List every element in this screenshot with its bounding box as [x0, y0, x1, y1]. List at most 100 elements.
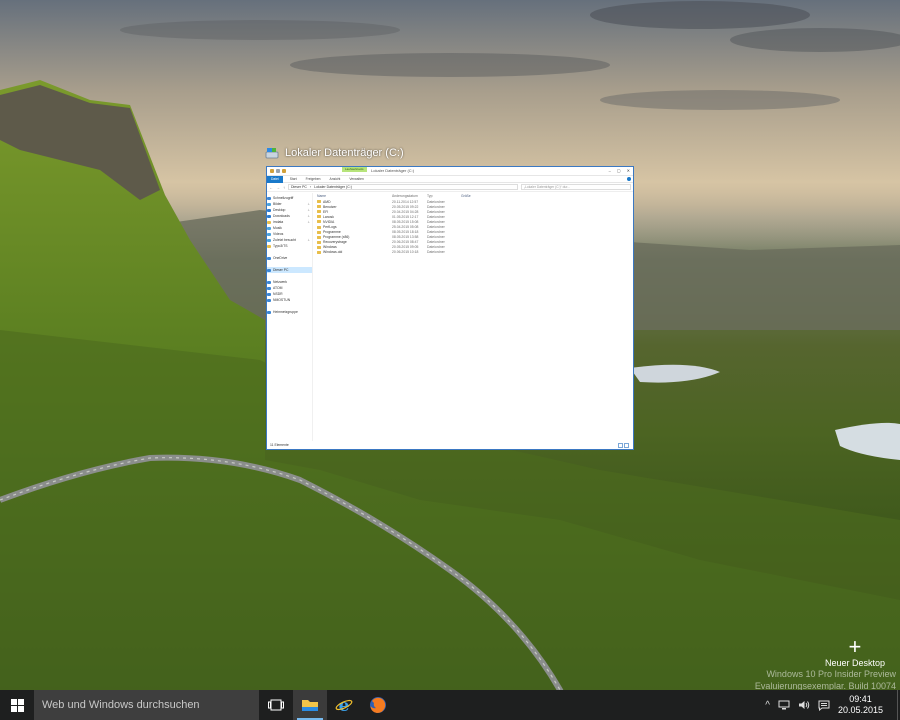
column-date[interactable]: Änderungsdatum	[392, 194, 427, 198]
taskbar: Web und Windows durchsuchen e ^ 09:41 20…	[0, 690, 900, 720]
close-button[interactable]: ✕	[627, 168, 630, 173]
explorer-titlebar: Laufwerktools Lokaler Datenträger (C:) –…	[267, 167, 633, 176]
file-name-cell: Recoverystrage	[317, 240, 392, 244]
address-row: ← → ↑ Dieser PC › Lokaler Datenträger (C…	[267, 183, 633, 192]
new-desktop-button[interactable]: + Neuer Desktop	[824, 634, 885, 669]
search-input[interactable]: „Lokaler Datenträger (C:)“ dur...	[521, 184, 631, 190]
homegroup-icon	[267, 310, 271, 314]
plus-icon: +	[848, 634, 862, 659]
file-name: EFI	[323, 209, 329, 214]
tab-share[interactable]: Freigeben	[304, 176, 323, 183]
nav-item-label: NSDR	[273, 292, 283, 296]
folder-icon[interactable]	[282, 169, 286, 173]
address-bar[interactable]: Dieser PC › Lokaler Datenträger (C:)	[288, 184, 518, 190]
nav-item[interactable]: Heimnetzgruppe	[267, 309, 312, 315]
explorer-window-thumbnail[interactable]: Laufwerktools Lokaler Datenträger (C:) –…	[266, 166, 634, 450]
breadcrumb-this-pc[interactable]: Dieser PC	[291, 185, 307, 189]
computer-icon	[267, 292, 271, 296]
forward-arrow-icon[interactable]: →	[276, 185, 280, 190]
file-date: 20.06.2015 08:47	[392, 240, 419, 245]
tab-home[interactable]: Start	[288, 176, 299, 183]
music-icon	[267, 226, 271, 230]
breadcrumb-drive[interactable]: Lokaler Datenträger (C:)	[314, 185, 352, 189]
folder-icon[interactable]	[276, 169, 280, 173]
file-explorer-icon	[302, 700, 318, 711]
folder-icon	[317, 210, 321, 214]
explorer-body: Schnellzugriff Bilder ⊥ Desktop ⊥ Downloads ⊥ i…	[267, 193, 633, 441]
navigation-pane: Schnellzugriff Bilder ⊥ Desktop ⊥ Downloads ⊥ i…	[267, 193, 313, 441]
pictures-icon	[267, 202, 271, 206]
pin-icon: ⊥	[307, 202, 310, 206]
start-button[interactable]	[0, 690, 34, 720]
taskbar-file-explorer[interactable]	[293, 690, 327, 720]
nav-item-label: Desktop	[273, 208, 286, 212]
file-name-cell: PerfLogs	[317, 225, 392, 229]
file-name-cell: EFI	[317, 210, 392, 214]
tiles-view-icon[interactable]	[624, 442, 629, 448]
nav-item-label: Netzwerk	[273, 280, 288, 284]
file-type: Dateiordner	[427, 225, 445, 230]
status-bar: 11 Elemente	[267, 441, 633, 449]
table-row[interactable]: Windows.old 20.06.2015 10:18 Dateiordner	[317, 250, 633, 255]
pin-icon: ⊥	[307, 238, 310, 242]
folder-icon[interactable]	[270, 169, 274, 173]
cloud-icon	[267, 256, 271, 260]
action-center-icon[interactable]	[818, 700, 830, 711]
file-type: Dateiordner	[427, 199, 445, 204]
file-date: 20.11.2014 12:57	[392, 199, 419, 204]
new-desktop-label: Neuer Desktop	[824, 658, 885, 668]
file-name-cell: Benutzer	[317, 205, 392, 209]
taskbar-firefox[interactable]	[361, 690, 395, 720]
file-date: 20.04.2015 04:28	[392, 209, 419, 214]
maximize-button[interactable]: ▢	[617, 168, 621, 173]
clock[interactable]: 09:41 20.05.2015	[838, 694, 883, 716]
volume-icon[interactable]	[798, 700, 810, 710]
back-arrow-icon[interactable]: ←	[269, 185, 273, 190]
up-arrow-icon[interactable]: ↑	[283, 185, 285, 190]
file-name-cell: Programme (x86)	[317, 235, 392, 239]
file-name-cell: AMD	[317, 200, 392, 204]
file-type: Dateiordner	[427, 204, 445, 209]
details-view-icon[interactable]	[618, 442, 623, 448]
file-date: 20.06.2015 10:18	[392, 250, 419, 255]
folder-icon	[317, 215, 321, 219]
star-icon	[267, 196, 271, 200]
file-type: Dateiordner	[427, 235, 445, 240]
internet-explorer-icon: e	[335, 696, 353, 714]
task-view-icon	[268, 699, 284, 711]
pin-icon: ⊥	[307, 208, 310, 212]
nav-item-label: Musik	[273, 226, 282, 230]
watermark-line-1: Windows 10 Pro Insider Preview	[766, 669, 896, 679]
minimize-button[interactable]: –	[609, 168, 611, 173]
taskbar-internet-explorer[interactable]: e	[327, 690, 361, 720]
network-icon[interactable]	[778, 700, 790, 710]
task-view-button[interactable]	[259, 690, 293, 720]
file-type: Dateiordner	[427, 230, 445, 235]
nav-item-label: imdata	[273, 220, 284, 224]
folder-icon	[317, 220, 321, 224]
file-date: 08.05.2015 18:18	[392, 230, 419, 235]
task-view-window-header[interactable]: Lokaler Datenträger (C:)	[265, 146, 404, 160]
file-name-cell: Programme	[317, 230, 392, 234]
column-name[interactable]: Name	[317, 194, 392, 198]
taskbar-search-box[interactable]: Web und Windows durchsuchen	[34, 690, 259, 720]
svg-text:e: e	[339, 696, 350, 714]
help-icon[interactable]	[627, 177, 631, 181]
firefox-icon	[370, 697, 386, 713]
folder-icon	[317, 240, 321, 244]
tab-file[interactable]: Datei	[267, 175, 283, 183]
file-name-cell: Windows	[317, 245, 392, 249]
tab-view[interactable]: Ansicht	[328, 176, 343, 183]
column-type[interactable]: Typ	[427, 194, 461, 198]
folder-icon	[317, 200, 321, 204]
tab-manage[interactable]: Verwalten	[347, 176, 365, 183]
folder-icon	[317, 250, 321, 254]
file-name: Windows.old	[323, 250, 343, 255]
file-type: Dateiordner	[427, 209, 445, 214]
chevron-up-icon[interactable]: ^	[765, 700, 770, 711]
folder-icon	[267, 220, 271, 224]
file-name-cell: Lanosk	[317, 215, 392, 219]
context-tab-drive-tools[interactable]: Laufwerktools	[342, 167, 367, 172]
column-size[interactable]: Größe	[461, 194, 491, 198]
file-name: NVIDIA	[323, 219, 335, 224]
